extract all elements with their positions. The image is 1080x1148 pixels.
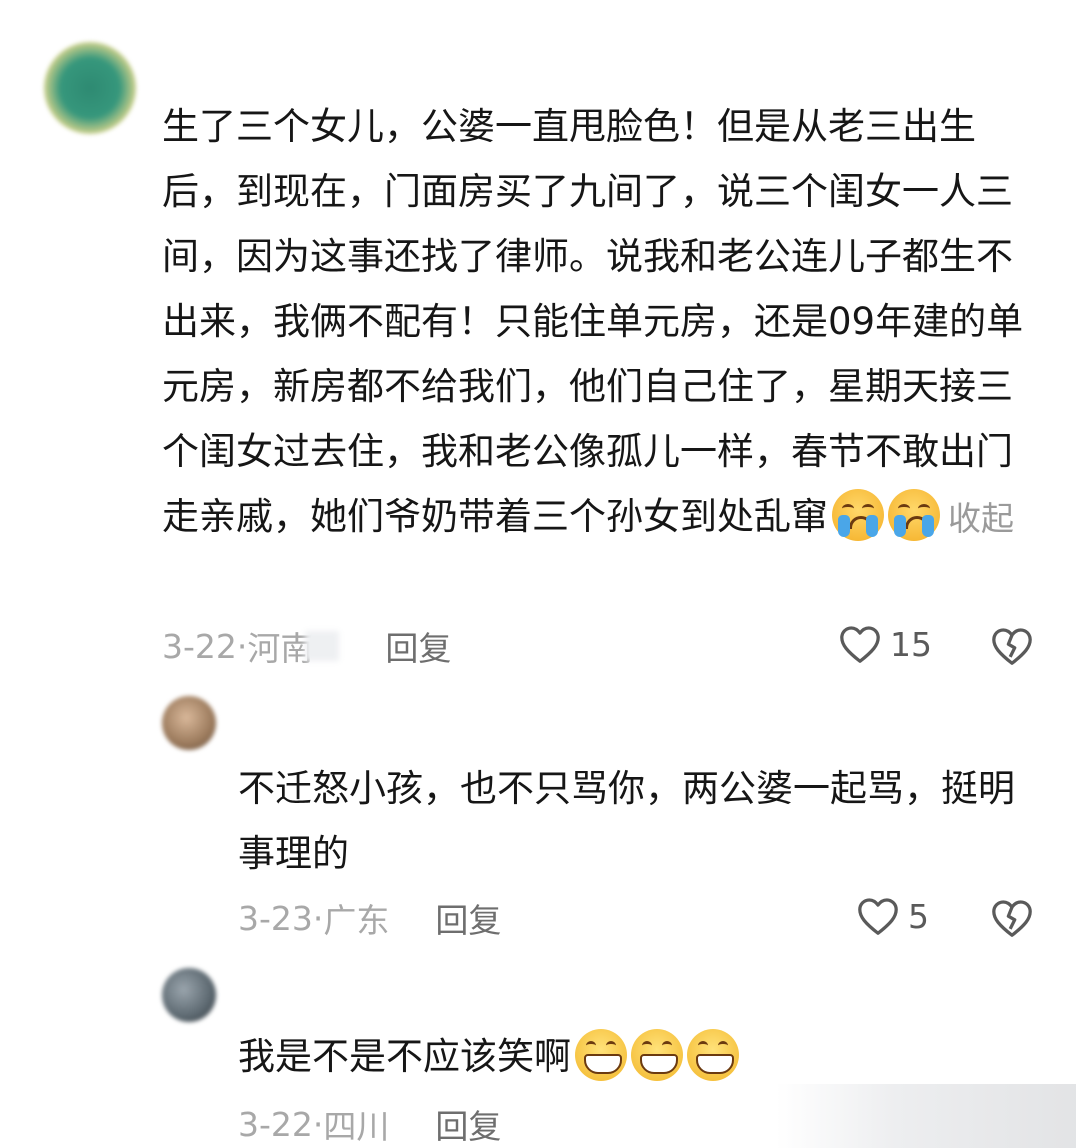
like-button[interactable]: 15 (838, 624, 932, 664)
collapse-link[interactable]: 收起 (948, 499, 1014, 538)
dislike-button[interactable] (990, 898, 1034, 942)
dislike-button[interactable] (990, 626, 1034, 670)
dot-separator: · (236, 626, 248, 666)
comment-date: 3-22 (162, 626, 237, 666)
comment-date: 3-22 (238, 1104, 313, 1144)
comment-meta: 3-22 · 河南 回复 (162, 622, 451, 670)
avatar[interactable] (162, 968, 216, 1022)
comment-location: 四川 (323, 1107, 390, 1146)
like-button[interactable]: 5 (856, 896, 929, 936)
grinning-face-emoji-icon (575, 1028, 627, 1081)
dot-separator: · (312, 898, 324, 938)
like-count: 15 (890, 624, 932, 664)
crying-face-emoji-icon (832, 488, 884, 541)
broken-heart-icon (992, 628, 1032, 665)
reply-button[interactable]: 回复 (385, 622, 451, 670)
comment-body: 我是不是不应该笑啊 (238, 1035, 571, 1078)
comment-location: 河南 (247, 629, 314, 668)
heart-outline-icon (858, 898, 898, 935)
comment-text: 我是不是不应该笑啊 (238, 1024, 1038, 1089)
reply-button[interactable]: 回复 (435, 894, 501, 942)
comment-text: 不迁怒小孩，也不只骂你，两公婆一起骂，挺明事理的 (238, 767, 1015, 875)
comment-text: 生了三个女儿，公婆一直甩脸色！但是从老三出生后，到现在，门面房买了九间了，说三个… (162, 94, 1042, 551)
grinning-face-emoji-icon (631, 1028, 683, 1081)
crying-face-emoji-icon (888, 488, 940, 541)
comment-meta: 3-23 · 广东 回复 (238, 894, 501, 942)
broken-heart-icon (992, 900, 1032, 937)
comment-location: 广东 (323, 901, 390, 940)
watermark (776, 1084, 1076, 1148)
like-count: 5 (908, 896, 929, 936)
reply-button[interactable]: 回复 (435, 1100, 501, 1148)
comment-meta: 3-22 · 四川 回复 (238, 1100, 501, 1148)
avatar[interactable] (162, 696, 216, 750)
dot-separator: · (312, 1104, 324, 1144)
grinning-face-emoji-icon (687, 1028, 739, 1081)
heart-outline-icon (840, 626, 880, 663)
comment-body: 生了三个女儿，公婆一直甩脸色！但是从老三出生后，到现在，门面房买了九间了，说三个… (162, 105, 1024, 538)
avatar[interactable] (44, 42, 136, 134)
blurred-region (305, 631, 340, 661)
comment-date: 3-23 (238, 898, 313, 938)
